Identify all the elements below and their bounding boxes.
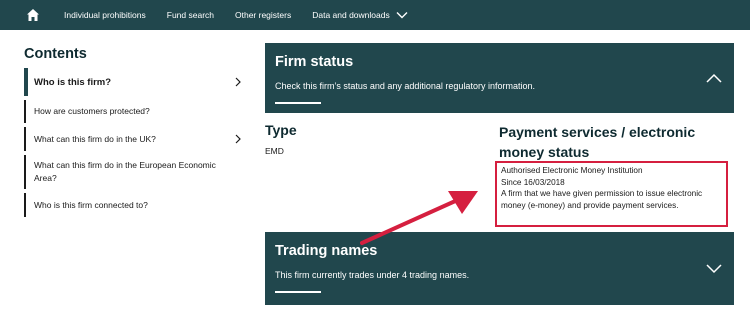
firm-status-title: Firm status [275,54,354,70]
chevron-right-icon [235,77,241,87]
toc-item-who-is-this-firm[interactable]: Who is this firm? [24,68,244,96]
payment-status-heading: Payment services / electronic money stat… [499,124,696,160]
firm-status-panel[interactable]: Firm status Check this firm’s status and… [265,43,734,113]
type-value: EMD [265,146,284,156]
trading-names-description: This firm currently trades under 4 tradi… [275,270,470,280]
payment-status-highlight: Authorised Electronic Money Institution … [495,161,728,227]
toc-item-label: Who is this firm connected to? [34,199,148,210]
type-heading: Type [265,122,297,138]
payment-status-description: A firm that we have given permission to … [501,189,703,210]
payment-status-since: Since 16/03/2018 [501,177,565,187]
chevron-up-icon[interactable] [706,73,722,83]
toc-item-label: How are customers protected? [34,106,150,116]
nav-data-and-downloads-label: Data and downloads [312,10,390,20]
contents-list: Who is this firm? How are customers prot… [24,68,244,217]
nav-individual-prohibitions[interactable]: Individual prohibitions [64,10,146,20]
divider [275,291,321,293]
home-icon[interactable] [23,5,43,25]
toc-item-eea-permissions[interactable]: What can this firm do in the European Ec… [24,155,244,189]
divider [275,102,321,104]
nav-fund-search[interactable]: Fund search [167,10,214,20]
toc-item-uk-permissions[interactable]: What can this firm do in the UK? [24,127,244,151]
chevron-down-icon[interactable] [706,264,722,274]
chevron-down-icon [396,12,408,19]
toc-item-label: What can this firm do in the UK? [34,133,156,144]
contents-title: Contents [24,46,87,62]
toc-item-connections[interactable]: Who is this firm connected to? [24,193,244,217]
nav-other-registers[interactable]: Other registers [235,10,291,20]
trading-names-panel[interactable]: Trading names This firm currently trades… [265,232,734,305]
trading-names-title: Trading names [275,243,378,259]
chevron-right-icon [235,134,241,144]
toc-item-label: Who is this firm? [34,76,112,88]
payment-status-line: Authorised Electronic Money Institution [501,166,643,175]
toc-item-label: What can this firm do in the European Ec… [34,160,216,183]
top-nav: Individual prohibitions Fund search Othe… [0,0,750,30]
firm-status-description: Check this firm’s status and any additio… [275,81,535,91]
nav-data-and-downloads[interactable]: Data and downloads [312,10,408,20]
toc-item-customer-protection[interactable]: How are customers protected? [24,100,244,123]
